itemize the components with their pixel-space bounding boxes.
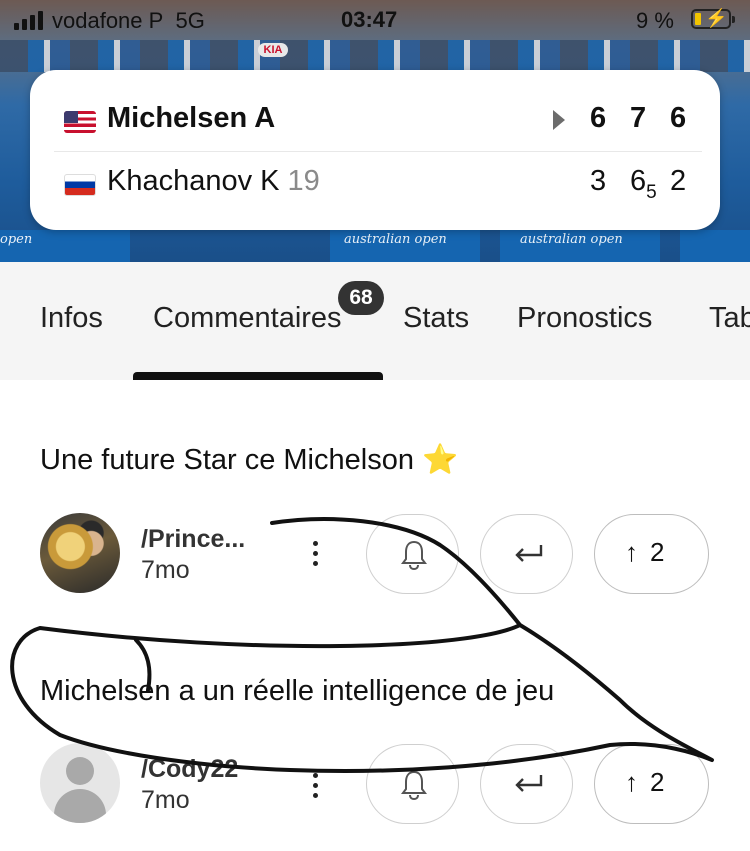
banner-text: open [0, 232, 33, 247]
comment-count-badge: 68 [338, 281, 384, 315]
bell-icon [401, 540, 427, 571]
player-seed: 19 [287, 165, 320, 197]
battery-icon: ⚡ [691, 8, 735, 29]
scoreboard-card[interactable]: Michelsen A 6 7 6 Khachanov K 19 3 65 2 [30, 70, 720, 230]
notify-button[interactable] [366, 514, 459, 594]
reply-button[interactable] [480, 514, 573, 594]
arrow-up-icon: ↑ [625, 537, 638, 567]
notify-button[interactable] [366, 744, 459, 824]
serving-indicator-icon [553, 110, 565, 130]
arrow-up-icon: ↑ [625, 767, 638, 797]
reply-icon [515, 545, 543, 562]
tab-bar: Infos Commentaires 68 Stats Pronostics T… [0, 262, 750, 380]
set-score: 6 [670, 102, 687, 134]
status-clock: 03:47 [341, 7, 398, 32]
comment-username[interactable]: /Cody22 [141, 755, 238, 784]
avatar[interactable] [40, 743, 120, 823]
tab-commentaires[interactable]: Commentaires [153, 302, 342, 335]
tab-tableau[interactable]: Tab [709, 302, 750, 335]
charging-bolt-icon: ⚡ [705, 8, 728, 28]
tab-infos[interactable]: Infos [40, 302, 103, 335]
player-name: Michelsen A [107, 102, 276, 134]
battery-percent: 9 % [636, 8, 674, 33]
comment-time: 7mo [141, 786, 190, 814]
upvote-button[interactable]: ↑ 2 [594, 514, 709, 594]
ru-flag-icon [64, 174, 96, 196]
more-options-icon[interactable] [306, 540, 326, 570]
us-flag-icon [64, 111, 96, 133]
active-tab-indicator [133, 372, 383, 380]
set-score: 2 [670, 165, 687, 197]
comment-time: 7mo [141, 556, 190, 584]
upvote-button[interactable]: ↑ 2 [594, 744, 709, 824]
banner-text: australian open [520, 232, 623, 247]
comment-text: Michelsen a un réelle intelligence de je… [40, 675, 555, 707]
stadium-stands [0, 40, 750, 72]
upvote-count: 2 [650, 537, 665, 567]
sponsor-logo: KIA [258, 43, 288, 57]
player-row: Khachanov K 19 3 65 2 [30, 153, 720, 213]
signal-strength-icon [14, 10, 43, 30]
set-score: 3 [590, 165, 607, 197]
player-row: Michelsen A 6 7 6 [30, 90, 720, 150]
comment-text: Une future Star ce Michelson ⭐ [40, 444, 459, 476]
tab-stats[interactable]: Stats [403, 302, 469, 335]
upvote-count: 2 [650, 767, 665, 797]
set-score: 6 [590, 102, 607, 134]
row-divider [54, 151, 702, 152]
set-score: 7 [630, 102, 647, 134]
player-name: Khachanov K 19 [107, 165, 320, 197]
carrier-name: vodafone P 5G [52, 8, 205, 33]
tiebreak-score: 5 [646, 182, 657, 203]
banner-text: australian open [344, 232, 447, 247]
set-score: 65 [630, 165, 657, 203]
status-bar: vodafone P 5G 03:47 9 % ⚡ [0, 0, 750, 40]
tab-pronostics[interactable]: Pronostics [517, 302, 652, 335]
reply-button[interactable] [480, 744, 573, 824]
more-options-icon[interactable] [306, 772, 326, 802]
avatar[interactable] [40, 513, 120, 593]
comment-username[interactable]: /Prince... [141, 525, 245, 554]
reply-icon [515, 775, 543, 792]
court-banner [680, 230, 750, 262]
bell-icon [401, 770, 427, 801]
